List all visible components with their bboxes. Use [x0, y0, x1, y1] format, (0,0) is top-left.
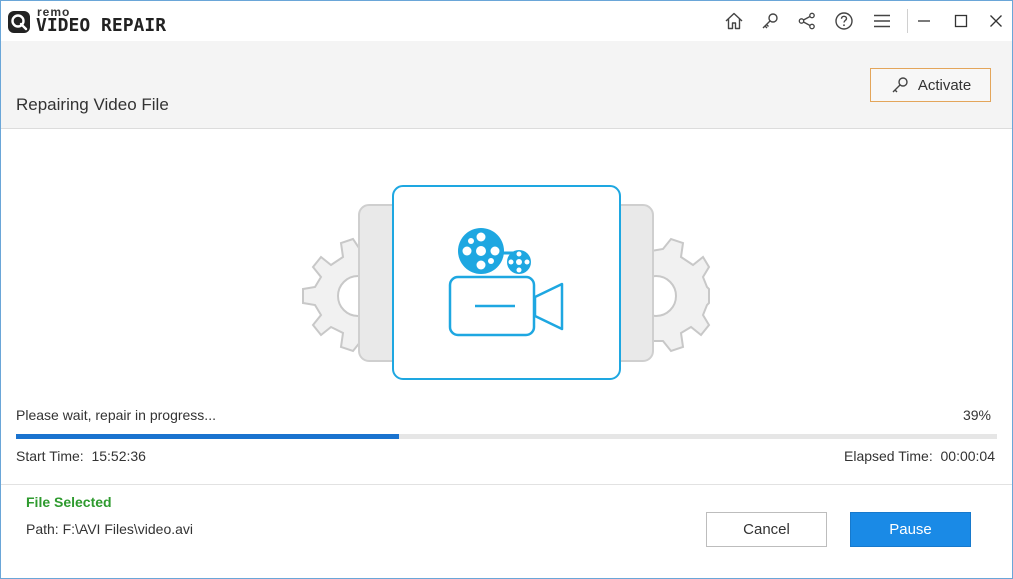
app-window: remo VIDEO REPAIR Repairing Video File A…: [0, 0, 1013, 579]
titlebar-separator: [907, 9, 908, 33]
file-selected-heading: File Selected: [26, 494, 112, 510]
logo-mark-icon: [8, 11, 30, 33]
key-icon: [892, 77, 908, 93]
start-time-value: 15:52:36: [91, 448, 146, 464]
progress-bar-fill: [16, 434, 399, 439]
elapsed-time-value: 00:00:04: [940, 448, 996, 464]
help-icon[interactable]: [832, 9, 856, 33]
file-path: Path: F:\AVI Files\video.avi: [26, 521, 194, 537]
start-time: Start Time: 15:52:36: [16, 448, 146, 464]
close-icon[interactable]: [984, 9, 1008, 33]
progress-percent: 39%: [962, 407, 991, 423]
repair-illustration: [302, 185, 711, 380]
key-icon[interactable]: [758, 9, 782, 33]
home-icon[interactable]: [722, 9, 746, 33]
start-time-label: Start Time:: [16, 448, 84, 464]
progress-bar: [16, 434, 997, 439]
minimize-icon[interactable]: [912, 9, 936, 33]
menu-icon[interactable]: [870, 9, 894, 33]
cancel-button[interactable]: Cancel: [706, 512, 827, 547]
page-title: Repairing Video File: [16, 95, 169, 114]
page-header: Repairing Video File Activate: [1, 41, 1012, 129]
activate-button[interactable]: Activate: [870, 68, 991, 102]
repair-status-text: Please wait, repair in progress...: [16, 407, 216, 423]
elapsed-time: Elapsed Time: 00:00:04: [844, 448, 995, 464]
pause-button[interactable]: Pause: [850, 512, 971, 547]
title-bar: remo VIDEO REPAIR: [1, 1, 1012, 41]
maximize-icon[interactable]: [949, 9, 973, 33]
footer-divider: [1, 484, 1012, 485]
activate-label: Activate: [917, 76, 972, 94]
app-logo: remo VIDEO REPAIR: [7, 6, 187, 36]
elapsed-time-label: Elapsed Time:: [844, 448, 933, 464]
share-icon[interactable]: [795, 9, 819, 33]
logo-big-text: VIDEO REPAIR: [36, 15, 167, 36]
